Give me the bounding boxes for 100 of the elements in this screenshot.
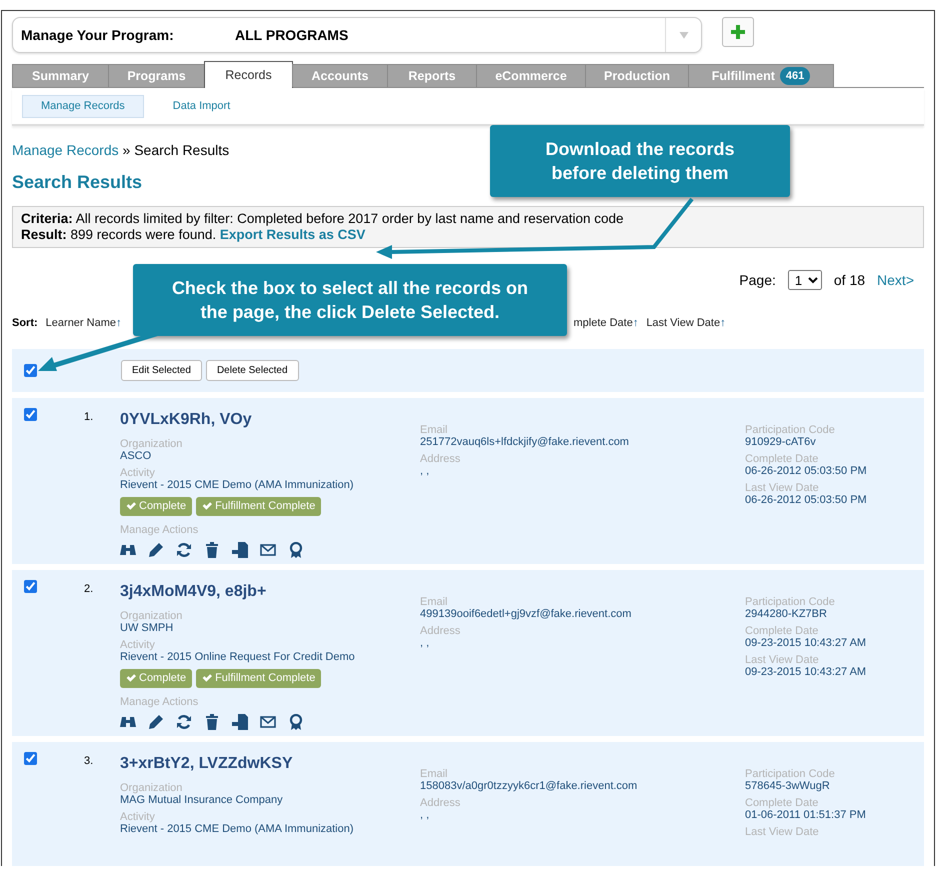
award-icon[interactable] (288, 542, 304, 558)
record-checkbox[interactable] (24, 580, 37, 593)
sort-link[interactable]: Learner Name (46, 316, 116, 328)
field-label: Email (420, 768, 449, 780)
field-label: Email (420, 596, 449, 608)
sort-arrow-icon: ↑ (116, 316, 122, 328)
page-title: Search Results (12, 170, 142, 194)
result-label: Result: (21, 226, 67, 242)
next-link[interactable]: Next> (877, 270, 914, 290)
field-label: Activity (120, 467, 156, 479)
count-badge: 461 (780, 66, 810, 86)
callout: Download the records before deleting them (490, 125, 790, 197)
sort-arrow-icon: ↑ (720, 316, 726, 328)
sort-link[interactable]: Last View Date (646, 316, 720, 328)
complete-date: 06-26-2012 05:03:50 PM (745, 465, 868, 478)
page-of-text: of 18 (834, 270, 866, 290)
field-label: Organization (120, 782, 184, 794)
trash-icon[interactable] (204, 714, 220, 730)
field-label: Organization (120, 438, 184, 450)
address-value: , , (420, 637, 430, 650)
tab[interactable]: Accounts (292, 64, 388, 87)
tab[interactable]: Fulfillment 461 (688, 64, 834, 87)
email-value: 251772vauq6ls+lfdckjify@fake.rievent.com (420, 436, 630, 449)
field-label: Organization (120, 610, 184, 622)
tab[interactable]: eCommerce (476, 64, 586, 87)
page-label: Page: (739, 270, 776, 290)
email-value: 158083v/a0gr0tzzyyk6cr1@fake.rievent.com (420, 780, 638, 793)
participation-code: 2944280-KZ7BR (745, 608, 828, 621)
organization-value: MAG Mutual Insurance Company (120, 794, 284, 807)
record-checkbox[interactable] (24, 408, 37, 421)
sort-label: Sort: (12, 316, 38, 330)
last-view-date: 06-26-2012 05:03:50 PM (745, 494, 868, 507)
participation-code: 578645-3wWugR (745, 780, 831, 793)
plus-icon (730, 24, 746, 40)
learner-name[interactable]: 0YVLxK9Rh, VOy (120, 408, 420, 432)
field-label: Participation Code (745, 596, 836, 608)
subtab[interactable]: Manage Records (22, 95, 144, 118)
field-label: Activity (120, 811, 156, 823)
activity-value: Rievent - 2015 Online Request For Credit Demo (120, 651, 356, 664)
sort-link[interactable]: mplete Date (574, 316, 633, 328)
complete-date: 01-06-2011 01:51:37 PM (745, 809, 867, 822)
tab[interactable]: Production (585, 64, 689, 87)
pencil-icon[interactable] (148, 542, 164, 558)
callout: Check the box to select all the records on the page, the click Delete Selected. (133, 264, 567, 336)
check-icon (126, 673, 136, 684)
toolbar-button[interactable]: Delete Selected (206, 360, 299, 381)
field-label: Address (420, 453, 462, 465)
pencil-icon[interactable] (148, 714, 164, 730)
learner-name[interactable]: 3+xrBtY2, LVZZdwKSY (120, 752, 420, 776)
field-label: Last View Date (745, 482, 820, 494)
complete-date: 09-23-2015 10:43:27 AM (745, 637, 868, 650)
refresh-icon[interactable] (176, 714, 192, 730)
select-all-checkbox[interactable] (24, 364, 37, 377)
last-view-date: 09-23-2015 10:43:27 AM (745, 666, 868, 679)
import-icon[interactable] (232, 542, 248, 558)
organization-value: UW SMPH (120, 622, 174, 635)
refresh-icon[interactable] (176, 542, 192, 558)
check-icon (202, 673, 212, 684)
field-label: Complete Date (745, 453, 820, 465)
status-badge: Fulfillment Complete (196, 497, 322, 516)
status-badge: Complete (120, 669, 192, 688)
page-select[interactable]: 1 (788, 270, 822, 290)
tab[interactable]: Programs (108, 64, 205, 87)
toolbar-button[interactable]: Edit Selected (121, 360, 202, 381)
field-label: Manage Actions (120, 524, 200, 536)
sort-arrow-icon: ↑ (632, 316, 638, 328)
subtab[interactable]: Data Import (154, 95, 250, 118)
field-label: Email (420, 424, 449, 436)
program-selector[interactable]: Manage Your Program: ALL PROGRAMS (12, 17, 702, 53)
address-value: , , (420, 809, 430, 822)
breadcrumb-link[interactable]: Manage Records (12, 142, 119, 158)
criteria-text: All records limited by filter: Completed before 2017 order by last name and reservation code (74, 210, 624, 226)
import-icon[interactable] (232, 714, 248, 730)
field-label: Activity (120, 639, 156, 651)
check-icon (126, 501, 136, 512)
check-icon (202, 501, 212, 512)
tab[interactable]: Summary (12, 64, 109, 87)
field-label: Participation Code (745, 768, 836, 780)
learner-name[interactable]: 3j4xMoM4V9, e8jb+ (120, 580, 420, 604)
participation-code: 910929-cAT6v (745, 436, 817, 449)
tab[interactable]: Reports (387, 64, 477, 87)
trash-icon[interactable] (204, 542, 220, 558)
field-label: Last View Date (745, 826, 820, 838)
export-link[interactable]: Export Results as CSV (220, 226, 366, 242)
field-label: Last View Date (745, 654, 820, 666)
award-icon[interactable] (288, 714, 304, 730)
envelope-icon[interactable] (260, 542, 276, 558)
program-label: Manage Your Program: (20, 26, 175, 45)
program-value: ALL PROGRAMS (234, 26, 350, 44)
email-value: 499139ooif6edetl+gj9vzf@fake.rievent.com (420, 608, 632, 621)
tab[interactable]: Records (204, 61, 293, 88)
add-button[interactable] (722, 17, 754, 47)
activity-value: Rievent - 2015 CME Demo (AMA Immunization) (120, 479, 355, 492)
envelope-icon[interactable] (260, 714, 276, 730)
status-badge: Complete (120, 497, 192, 516)
record-checkbox[interactable] (24, 752, 37, 765)
field-label: Complete Date (745, 797, 820, 809)
field-label: Address (420, 797, 462, 809)
record-number: 2. (84, 582, 94, 597)
status-badge: Fulfillment Complete (196, 669, 322, 688)
